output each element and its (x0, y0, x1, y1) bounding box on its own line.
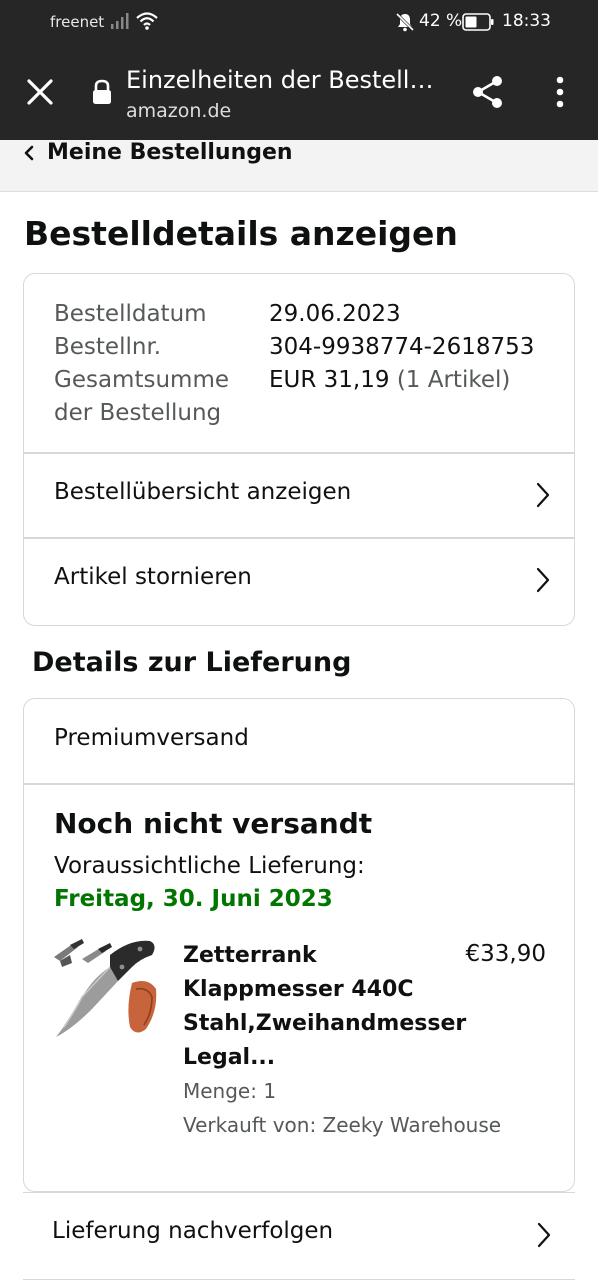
track-delivery-row[interactable]: Lieferung nachverfolgen (23, 1192, 575, 1280)
chevron-right-icon (536, 567, 550, 593)
share-icon[interactable] (470, 74, 506, 110)
breadcrumb-link-my-orders[interactable]: Meine Bestellungen (47, 140, 293, 165)
chevron-right-icon (537, 1222, 551, 1248)
delivery-card: Premiumversand Noch nicht versandt Vorau… (23, 698, 575, 1192)
cancel-items-row[interactable]: Artikel stornieren (24, 538, 574, 623)
order-date-label: Bestelldatum (54, 301, 207, 327)
product-quantity: Menge: 1 (183, 1079, 277, 1103)
order-info-card: Bestelldatum 29.06.2023 Bestellnr. 304-9… (23, 273, 575, 626)
page-title: Bestelldetails anzeigen (24, 214, 458, 253)
lock-icon (93, 79, 111, 104)
order-date-value: 29.06.2023 (269, 301, 401, 327)
clock: 18:33 (502, 11, 551, 31)
product-price: €33,90 (465, 941, 546, 967)
product-title-link[interactable]: Zetterrank Klappmesser 440C Stahl,Zweiha… (183, 939, 466, 1075)
browser-page-title: Einzelheiten der Bestellung (126, 66, 446, 94)
signal-icon (111, 13, 129, 29)
cancel-items-label: Artikel stornieren (54, 564, 252, 590)
breadcrumb[interactable]: Meine Bestellungen (0, 140, 598, 192)
divider (24, 783, 574, 785)
shipping-method: Premiumversand (54, 725, 249, 751)
product-seller: Verkauft von: Zeeky Warehouse (183, 1113, 502, 1137)
order-total-label-line2: der Bestellung (54, 400, 222, 426)
battery-percent: 42 % (419, 11, 463, 31)
browser-url: amazon.de (126, 100, 232, 122)
more-vertical-icon[interactable] (548, 74, 572, 110)
order-total-amount: EUR 31,19 (269, 367, 390, 393)
carrier-name: freenet (50, 13, 105, 31)
chevron-right-icon (536, 482, 550, 508)
status-bar: freenet 42 % 18:33 (0, 0, 598, 46)
delivery-section-title: Details zur Lieferung (32, 647, 352, 678)
order-total-items: (1 Artikel) (396, 367, 511, 393)
expected-delivery-date: Freitag, 30. Juni 2023 (54, 886, 333, 912)
order-total-value: EUR 31,19 (1 Artikel) (269, 364, 510, 397)
view-order-summary-row[interactable]: Bestellübersicht anzeigen (24, 453, 574, 538)
browser-toolbar: Einzelheiten der Bestellung amazon.de (0, 46, 598, 140)
order-total-label-line1: Gesamtsumme (54, 367, 229, 393)
bell-muted-icon (395, 12, 415, 32)
view-order-summary-label: Bestellübersicht anzeigen (54, 479, 352, 505)
shipment-status: Noch nicht versandt (54, 807, 373, 840)
track-delivery-label: Lieferung nachverfolgen (52, 1218, 334, 1244)
close-icon[interactable] (24, 76, 56, 108)
expected-delivery-label: Voraussichtliche Lieferung: (54, 853, 365, 879)
order-number-label: Bestellnr. (54, 334, 162, 360)
battery-icon (462, 13, 494, 31)
order-number-value: 304-9938774-2618753 (269, 334, 535, 360)
wifi-icon (136, 12, 158, 30)
chevron-left-icon (24, 145, 34, 161)
product-image[interactable] (52, 937, 162, 1047)
